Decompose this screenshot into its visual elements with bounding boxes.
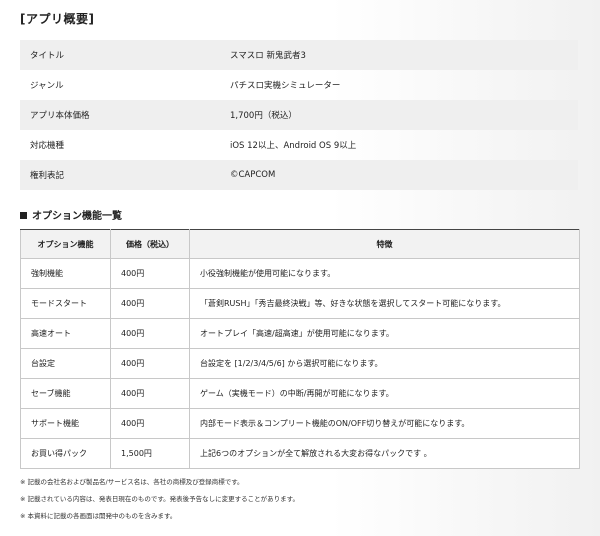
footnotes: ※ 記載の会社名および製品名/サービス名は、各社の商標及び登録商標です。 ※ 記…	[20, 476, 299, 527]
option-price: 400円	[110, 408, 190, 439]
footnote: ※ 記載されている内容は、発表日現在のものです。発表後予告なしに変更することがあ…	[20, 495, 300, 503]
table-row: 強制機能 400円 小役強制機能が使用可能になります。	[20, 258, 580, 289]
option-name: セーブ機能	[20, 378, 111, 409]
info-row-title: タイトル スマスロ 新鬼武者3	[20, 40, 578, 70]
info-label: タイトル	[30, 51, 65, 61]
info-label: 権利表記	[30, 171, 65, 181]
table-row: モードスタート 400円 「蒼剣RUSH」「秀吉最終決戦」等、好きな状態を選択し…	[20, 288, 580, 319]
option-name: サポート機能	[20, 408, 111, 439]
info-row-platforms: 対応機種 iOS 12以上、Android OS 9以上	[20, 130, 578, 160]
table-row: 高速オート 400円 オートプレイ「高速/超高速」が使用可能になります。	[20, 318, 580, 349]
footnote: ※ 記載の会社名および製品名/サービス名は、各社の商標及び登録商標です。	[20, 478, 244, 486]
info-value: スマスロ 新鬼武者3	[230, 51, 306, 61]
option-name: 台設定	[20, 348, 111, 379]
option-feature: オートプレイ「高速/超高速」が使用可能になります。	[189, 318, 580, 349]
option-price: 400円	[110, 288, 190, 319]
option-feature: 「蒼剣RUSH」「秀吉最終決戦」等、好きな状態を選択してスタート可能になります。	[189, 288, 580, 319]
option-price: 1,500円	[110, 438, 190, 469]
table-row: お買い得パック 1,500円 上記6つのオプションが全て解放される大変お得なパッ…	[20, 438, 580, 469]
option-feature: 内部モード表示＆コンプリート機能のON/OFF切り替えが可能になります。	[189, 408, 580, 439]
option-price: 400円	[110, 318, 190, 349]
info-row-price: アプリ本体価格 1,700円（税込）	[20, 100, 578, 130]
app-overview-heading: [アプリ概要]	[20, 12, 95, 26]
table-row: 台設定 400円 台設定を [1/2/3/4/5/6] から選択可能になります。	[20, 348, 580, 379]
info-row-genre: ジャンル パチスロ実機シミュレーター	[20, 70, 578, 100]
table-row: サポート機能 400円 内部モード表示＆コンプリート機能のON/OFF切り替えが…	[20, 408, 580, 439]
table-row: セーブ機能 400円 ゲーム（実機モード）の中断/再開が可能になります。	[20, 378, 580, 409]
info-label: アプリ本体価格	[30, 111, 90, 121]
options-heading: オプション機能一覧	[20, 207, 122, 222]
info-label: ジャンル	[30, 81, 64, 91]
option-price: 400円	[110, 258, 190, 289]
header-feature: 特徴	[189, 229, 580, 259]
option-name: モードスタート	[20, 288, 111, 319]
table-header-row: オプション機能 価格（税込） 特徴	[20, 229, 580, 259]
info-value: iOS 12以上、Android OS 9以上	[230, 141, 357, 151]
option-price: 400円	[110, 378, 190, 409]
option-price: 400円	[110, 348, 190, 379]
header-price: 価格（税込）	[110, 229, 190, 259]
app-overview-table: タイトル スマスロ 新鬼武者3 ジャンル パチスロ実機シミュレーター アプリ本体…	[20, 40, 578, 190]
header-option: オプション機能	[20, 229, 111, 259]
option-feature: ゲーム（実機モード）の中断/再開が可能になります。	[189, 378, 580, 409]
option-name: お買い得パック	[20, 438, 111, 469]
info-value: ©CAPCOM	[230, 170, 276, 180]
info-value: パチスロ実機シミュレーター	[230, 81, 341, 91]
option-name: 高速オート	[20, 318, 111, 349]
info-row-copyright: 権利表記 ©CAPCOM	[20, 160, 578, 190]
square-bullet-icon	[20, 212, 27, 219]
footnote: ※ 本資料に記載の各画面は開発中のものを含みます。	[20, 512, 177, 520]
info-label: 対応機種	[30, 141, 65, 151]
option-feature: 小役強制機能が使用可能になります。	[189, 258, 580, 289]
options-heading-text: オプション機能一覧	[32, 211, 122, 222]
option-feature: 上記6つのオプションが全て解放される大変お得なパックです 。	[189, 438, 580, 469]
option-feature: 台設定を [1/2/3/4/5/6] から選択可能になります。	[189, 348, 580, 379]
option-name: 強制機能	[20, 258, 111, 289]
info-value: 1,700円（税込）	[230, 111, 297, 121]
options-table: オプション機能 価格（税込） 特徴 強制機能 400円 小役強制機能が使用可能に…	[20, 229, 580, 469]
